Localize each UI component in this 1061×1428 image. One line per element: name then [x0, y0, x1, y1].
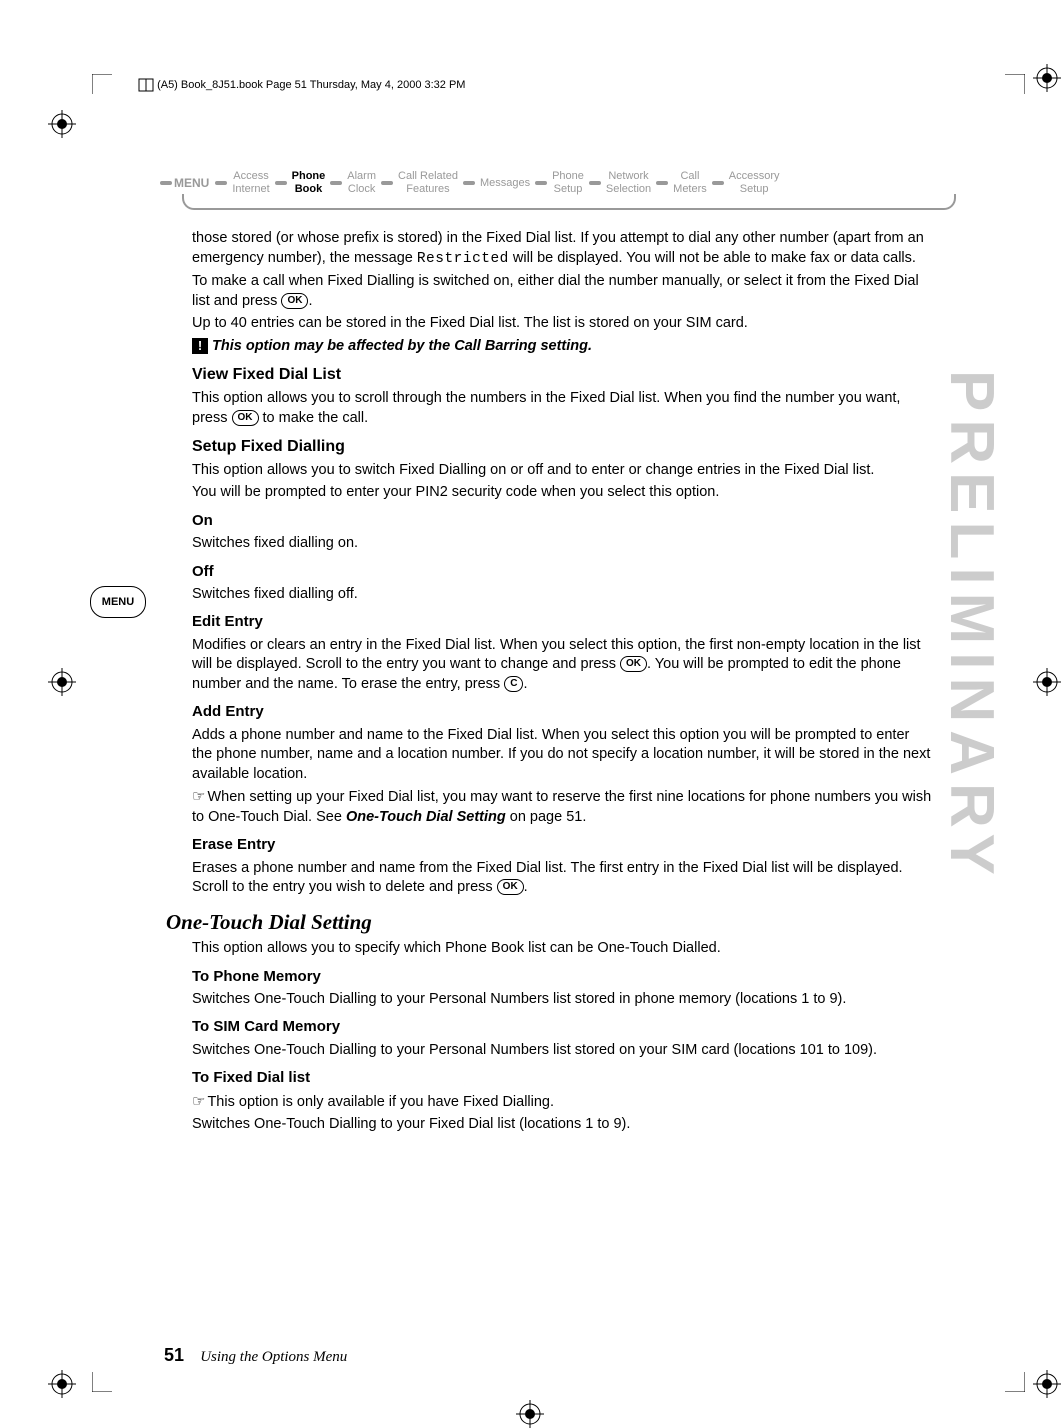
- heading-view-fixed-dial-list: View Fixed Dial List: [192, 364, 932, 386]
- crop-mark-br: [1005, 1372, 1025, 1392]
- paragraph: ☞This option is only available if you ha…: [192, 1092, 932, 1113]
- crop-mark-bl: [92, 1372, 112, 1392]
- paragraph: those stored (or whose prefix is stored)…: [192, 229, 932, 269]
- heading-to-sim-card-memory: To SIM Card Memory: [192, 1017, 932, 1037]
- hand-icon: ☞: [192, 1092, 205, 1112]
- heading-off: Off: [192, 562, 932, 582]
- menu-curve: [182, 194, 956, 210]
- menu-label: MENU: [174, 176, 209, 190]
- paragraph: You will be prompted to enter your PIN2 …: [192, 483, 932, 503]
- crop-mark-tl: [92, 74, 112, 94]
- side-menu-icon: MENU: [90, 586, 146, 618]
- registration-mark: [48, 668, 76, 696]
- menu-item-call-related: Call RelatedFeatures: [398, 170, 458, 196]
- paragraph: Switches One-Touch Dialling to your Pers…: [192, 1041, 932, 1061]
- registration-mark: [48, 1370, 76, 1398]
- menu-item-network-selection: NetworkSelection: [606, 170, 651, 196]
- menu-item-phone-setup: PhoneSetup: [552, 170, 584, 196]
- menu-item-messages: Messages: [480, 177, 530, 190]
- heading-on: On: [192, 511, 932, 531]
- menu-item-call-meters: CallMeters: [673, 170, 707, 196]
- heading-to-phone-memory: To Phone Memory: [192, 967, 932, 987]
- code-text: Restricted: [417, 251, 509, 267]
- cross-reference: One-Touch Dial Setting: [346, 809, 506, 825]
- paragraph: Modifies or clears an entry in the Fixed…: [192, 636, 932, 695]
- heading-one-touch-dial-setting: One-Touch Dial Setting: [166, 908, 932, 936]
- menu-item-alarm-clock: AlarmClock: [347, 170, 376, 196]
- paragraph: Switches One-Touch Dialling to your Fixe…: [192, 1115, 932, 1135]
- paragraph: Up to 40 entries can be stored in the Fi…: [192, 314, 932, 334]
- paragraph: This option allows you to specify which …: [192, 939, 932, 959]
- registration-mark: [516, 1400, 544, 1428]
- paragraph: To make a call when Fixed Dialling is sw…: [192, 272, 932, 311]
- c-button-icon: C: [504, 676, 523, 692]
- heading-erase-entry: Erase Entry: [192, 835, 932, 855]
- heading-setup-fixed-dialling: Setup Fixed Dialling: [192, 436, 932, 458]
- registration-mark: [1033, 64, 1061, 92]
- page-number: 51: [164, 1345, 184, 1365]
- registration-mark: [1033, 1370, 1061, 1398]
- registration-mark: [1033, 668, 1061, 696]
- ok-button-icon: OK: [281, 293, 308, 309]
- footer: 51 Using the Options Menu: [164, 1345, 347, 1366]
- watermark-text: PRELIMINARY: [936, 370, 1007, 883]
- paragraph: This option allows you to switch Fixed D…: [192, 461, 932, 481]
- paragraph: Switches fixed dialling off.: [192, 585, 932, 605]
- paragraph: This option allows you to scroll through…: [192, 389, 932, 428]
- page-title: Using the Options Menu: [200, 1349, 347, 1365]
- paragraph: Adds a phone number and name to the Fixe…: [192, 726, 932, 785]
- menu-breadcrumb: MENU AccessInternet PhoneBook AlarmClock…: [158, 170, 1001, 202]
- registration-mark: [48, 110, 76, 138]
- crop-mark-tr: [1005, 74, 1025, 94]
- ok-button-icon: OK: [232, 410, 259, 426]
- content-body: those stored (or whose prefix is stored)…: [192, 226, 932, 1138]
- paragraph: Switches One-Touch Dialling to your Pers…: [192, 990, 932, 1010]
- heading-to-fixed-dial-list: To Fixed Dial list: [192, 1068, 932, 1088]
- paragraph: Switches fixed dialling on.: [192, 534, 932, 554]
- menu-item-phone-book: PhoneBook: [292, 170, 326, 196]
- menu-item-accessory-setup: AccessorySetup: [729, 170, 780, 196]
- heading-edit-entry: Edit Entry: [192, 612, 932, 632]
- header-text: (A5) Book_8J51.book Page 51 Thursday, Ma…: [138, 78, 465, 92]
- menu-item-access-internet: AccessInternet: [232, 170, 269, 196]
- book-icon: [138, 78, 154, 92]
- paragraph: ☞When setting up your Fixed Dial list, y…: [192, 787, 932, 827]
- ok-button-icon: OK: [497, 879, 524, 895]
- paragraph: Erases a phone number and name from the …: [192, 859, 932, 898]
- warning-icon: !: [192, 338, 208, 354]
- note-line: !This option may be affected by the Call…: [192, 337, 932, 357]
- hand-icon: ☞: [192, 787, 205, 807]
- ok-button-icon: OK: [620, 656, 647, 672]
- heading-add-entry: Add Entry: [192, 702, 932, 722]
